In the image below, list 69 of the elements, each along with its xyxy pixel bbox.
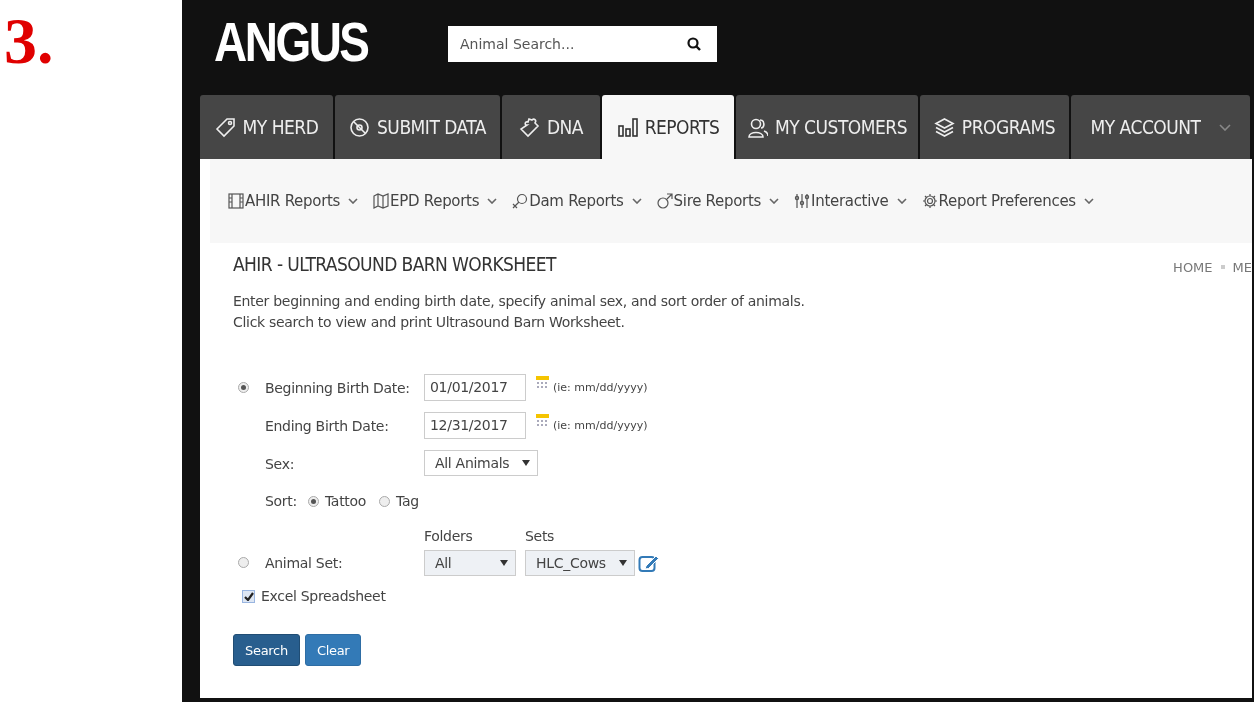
- field-label: Beginning Birth Date:: [265, 379, 410, 396]
- tag-icon: [214, 116, 236, 138]
- nav-tab[interactable]: MY ACCOUNT: [1071, 95, 1250, 159]
- checkmark-icon: [243, 591, 254, 601]
- users-icon: [746, 116, 768, 138]
- instruction-text: Enter beginning and ending birth date, specify animal sex, and sort order of animals.: [233, 292, 806, 311]
- chevron-down-icon: [348, 198, 359, 204]
- dropdown-arrow-icon: [522, 460, 530, 466]
- menu-item[interactable]: AHIR Reports: [228, 192, 359, 210]
- breadcrumb-link[interactable]: HOME: [1173, 259, 1213, 275]
- layers-icon: [933, 116, 955, 138]
- logo[interactable]: ANGUS: [214, 14, 406, 70]
- checkbox-label: Excel Spreadsheet: [261, 588, 386, 604]
- prohibited-disc-icon: [349, 116, 370, 138]
- nav-tab[interactable]: REPORTS: [602, 95, 734, 159]
- sex-select[interactable]: All Animals: [424, 450, 538, 476]
- page-title: AHIR - ULTRASOUND BARN WORKSHEET: [233, 253, 556, 275]
- male-symbol-icon: [656, 193, 673, 209]
- calendar-icon: [536, 413, 549, 428]
- chevron-down-icon: [769, 198, 780, 204]
- field-label: Sort:: [265, 493, 297, 509]
- search-icon: [687, 37, 701, 51]
- nav-tab[interactable]: DNA: [502, 95, 600, 159]
- chevron-down-icon: [1218, 123, 1231, 131]
- format-hint: (ie: mm/dd/yyyy): [553, 380, 648, 394]
- menu-item[interactable]: Report Preferences: [921, 192, 1094, 210]
- menu-item[interactable]: Sire Reports: [656, 192, 780, 210]
- option-label: Tag: [396, 493, 419, 509]
- chevron-down-icon: [1083, 198, 1094, 204]
- field-label: Folders: [424, 528, 474, 544]
- dropdown-arrow-icon: [619, 560, 627, 566]
- instruction-text: Click search to view and print Ultrasound Barn Worksheet.: [233, 313, 626, 332]
- checkbox[interactable]: [242, 589, 255, 603]
- radio-button[interactable]: [238, 381, 249, 393]
- map-icon: [373, 193, 390, 209]
- puzzle-icon: [518, 116, 540, 138]
- edit-icon: [638, 553, 660, 573]
- nav-tab[interactable]: PROGRAMS: [920, 95, 1069, 159]
- chevron-down-icon: [487, 198, 498, 204]
- gear-icon: [921, 193, 938, 209]
- radio-button[interactable]: [379, 495, 391, 507]
- format-hint: (ie: mm/dd/yyyy): [553, 418, 648, 432]
- calendar-icon: [536, 375, 549, 390]
- clear-button[interactable]: Clear: [304, 634, 362, 666]
- chevron-down-icon: [896, 198, 907, 204]
- field-label: Sex:: [265, 455, 295, 472]
- field-label: Sets: [525, 528, 556, 544]
- radio-button[interactable]: [307, 495, 319, 507]
- breadcrumb-separator: [1220, 265, 1225, 269]
- field-label: Animal Set:: [265, 555, 343, 571]
- chevron-down-icon: [631, 198, 642, 204]
- option-label: Tattoo: [324, 493, 367, 509]
- date-field[interactable]: 01/01/2017: [424, 373, 526, 401]
- menu-item[interactable]: EPD Reports: [373, 192, 498, 210]
- step-number: 3.: [4, 8, 54, 74]
- film-icon: [228, 193, 244, 209]
- breadcrumb-link[interactable]: ME: [1232, 259, 1252, 275]
- menu-item[interactable]: Dam Reports: [512, 192, 642, 210]
- nav-tab[interactable]: SUBMIT DATA: [335, 95, 500, 159]
- nav-tab[interactable]: MY HERD: [200, 95, 333, 159]
- bar-chart-icon: [616, 116, 638, 138]
- search-field[interactable]: Animal Search...: [448, 26, 717, 62]
- menu-item[interactable]: Interactive: [794, 192, 907, 210]
- sliders-icon: [794, 193, 811, 209]
- nav-tab[interactable]: MY CUSTOMERS: [736, 95, 918, 159]
- date-field[interactable]: 12/31/2017: [424, 411, 526, 439]
- field-label: Ending Birth Date:: [265, 417, 389, 434]
- search-button[interactable]: Search: [233, 634, 300, 666]
- dropdown-arrow-icon: [500, 560, 508, 566]
